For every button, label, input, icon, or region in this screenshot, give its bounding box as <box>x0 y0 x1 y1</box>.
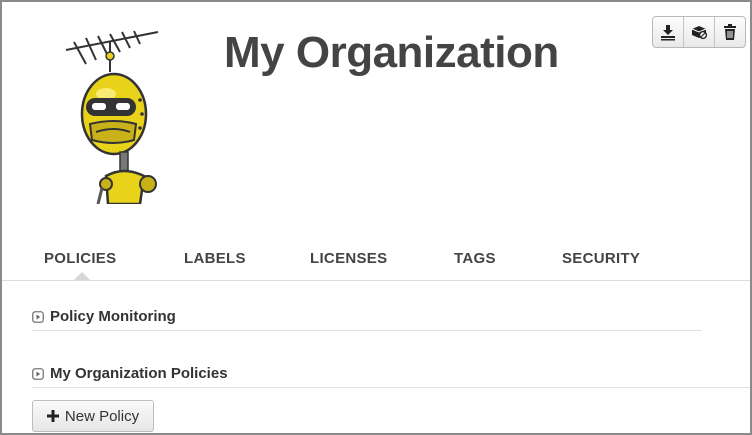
section-policy-monitoring[interactable]: Policy Monitoring <box>32 308 176 325</box>
robot-mascot-image <box>65 30 159 204</box>
tab-security[interactable]: SECURITY <box>562 250 640 267</box>
tab-policies[interactable]: POLICIES <box>44 250 116 267</box>
toolbar <box>652 16 746 48</box>
section-organization-policies[interactable]: My Organization Policies <box>32 365 228 382</box>
new-policy-button[interactable]: New Policy <box>32 400 154 432</box>
organization-page: My Organization POLICIES LABELS LICENSES… <box>0 0 752 435</box>
section-title: My Organization Policies <box>50 365 228 382</box>
delete-button[interactable] <box>715 17 745 47</box>
tab-bar: POLICIES LABELS LICENSES TAGS SECURITY <box>2 242 750 281</box>
tab-labels[interactable]: LABELS <box>184 250 246 267</box>
tab-licenses[interactable]: LICENSES <box>310 250 387 267</box>
license-button[interactable] <box>684 17 715 47</box>
active-tab-indicator <box>74 272 90 280</box>
expand-icon <box>32 310 44 323</box>
section-divider <box>32 330 702 331</box>
tab-tags[interactable]: TAGS <box>454 250 496 267</box>
plus-icon <box>46 410 59 422</box>
expand-icon <box>32 367 44 380</box>
trash-icon <box>724 24 736 40</box>
new-policy-label: New Policy <box>64 407 140 425</box>
page-title: My Organization <box>224 28 559 77</box>
download-icon <box>661 25 675 41</box>
section-title: Policy Monitoring <box>50 308 176 325</box>
section-divider <box>32 387 750 388</box>
license-icon <box>691 26 708 40</box>
download-button[interactable] <box>653 17 684 47</box>
